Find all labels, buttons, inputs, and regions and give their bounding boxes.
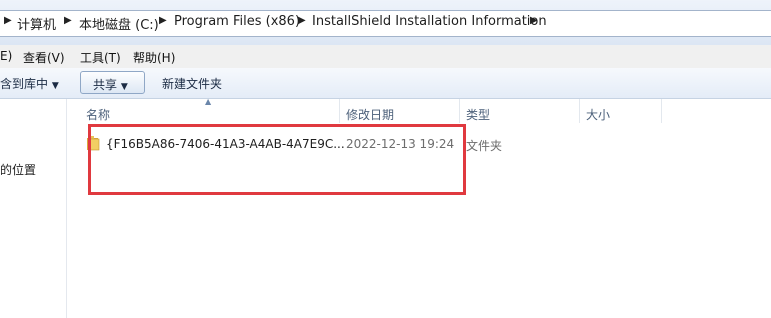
column-header-type[interactable]: 类型 bbox=[466, 106, 490, 123]
breadcrumb-arrow-icon[interactable]: ▶ bbox=[4, 15, 12, 26]
breadcrumb-installshield[interactable]: InstallShield Installation Information bbox=[312, 14, 547, 29]
navigation-pane: 的位置 bbox=[0, 99, 67, 318]
breadcrumb-arrow-icon[interactable]: ▶ bbox=[298, 15, 306, 26]
sort-up-icon: ▲ bbox=[205, 97, 212, 106]
breadcrumb-arrow-icon[interactable]: ▶ bbox=[159, 15, 167, 26]
file-type: 文件夹 bbox=[466, 139, 503, 153]
include-in-library-label: 含到库中 bbox=[0, 77, 49, 91]
breadcrumb-arrow-icon[interactable]: ▶ bbox=[64, 15, 72, 26]
menu-bar: E) 查看(V) 工具(T) 帮助(H) bbox=[0, 45, 771, 69]
column-divider[interactable] bbox=[661, 99, 662, 123]
nav-item-recent-places[interactable]: 的位置 bbox=[0, 161, 36, 178]
highlight-box bbox=[88, 124, 466, 195]
breadcrumb-arrow-icon[interactable]: ▶ bbox=[530, 15, 538, 26]
menu-help[interactable]: 帮助(H) bbox=[133, 49, 175, 66]
chevron-down-icon: ▼ bbox=[120, 82, 128, 92]
menu-edit[interactable]: E) bbox=[0, 49, 12, 63]
menu-tools[interactable]: 工具(T) bbox=[80, 49, 121, 66]
column-divider[interactable] bbox=[339, 99, 340, 123]
address-bar: ▶ 计算机 ▶ 本地磁盘 (C:) ▶ Program Files (x86) … bbox=[0, 0, 771, 46]
column-header-size[interactable]: 大小 bbox=[586, 106, 610, 123]
share-button[interactable]: 共享 ▼ bbox=[80, 71, 145, 94]
share-label: 共享 bbox=[93, 78, 118, 92]
breadcrumb-local-disk[interactable]: 本地磁盘 (C:) bbox=[79, 14, 159, 33]
menu-view[interactable]: 查看(V) bbox=[23, 49, 65, 66]
breadcrumb-program-files[interactable]: Program Files (x86) bbox=[174, 14, 300, 29]
breadcrumb-computer[interactable]: 计算机 bbox=[17, 14, 56, 33]
include-in-library-button[interactable]: 含到库中 ▼ bbox=[0, 75, 59, 92]
new-folder-button[interactable]: 新建文件夹 bbox=[162, 75, 222, 92]
column-header-date-modified[interactable]: 修改日期 bbox=[346, 106, 394, 123]
column-divider[interactable] bbox=[579, 99, 580, 123]
column-header-name[interactable]: 名称 bbox=[86, 106, 110, 123]
column-divider[interactable] bbox=[459, 99, 460, 123]
chevron-down-icon: ▼ bbox=[51, 81, 59, 91]
